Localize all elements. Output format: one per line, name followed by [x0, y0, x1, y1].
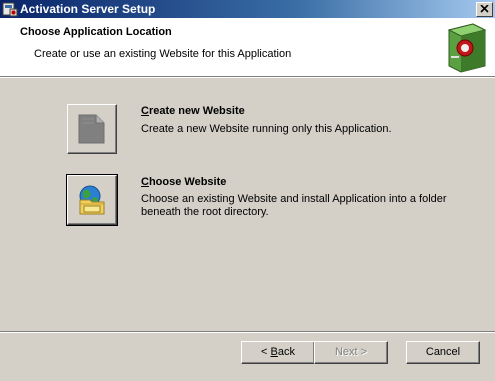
create-new-website-description: Create a new Website running only this A…	[141, 123, 392, 135]
next-button[interactable]: Next >	[314, 341, 388, 364]
back-button[interactable]: < Back	[241, 341, 315, 364]
page-title: Choose Application Location	[20, 26, 172, 38]
choose-website-title: Choose Website	[141, 176, 227, 188]
page-subtitle: Create or use an existing Website for th…	[34, 48, 292, 60]
setup-window: Activation Server Setup Choose Applicati…	[0, 0, 495, 381]
close-button[interactable]	[476, 2, 493, 17]
wizard-header: Choose Application Location Create or us…	[0, 18, 495, 78]
window-title: Activation Server Setup	[20, 2, 156, 16]
close-icon	[480, 5, 489, 13]
footer-separator	[0, 331, 495, 333]
create-new-website-button[interactable]	[67, 104, 117, 154]
title-bar[interactable]: Activation Server Setup	[0, 0, 495, 18]
cancel-button[interactable]: Cancel	[406, 341, 480, 364]
create-new-website-title: Create new Website	[141, 105, 245, 117]
blank-page-icon	[78, 114, 105, 144]
choose-website-description: Choose an existing Website and install A…	[141, 193, 447, 218]
globe-folder-icon	[79, 185, 105, 215]
product-box-icon	[447, 23, 487, 73]
choose-website-button[interactable]	[66, 174, 118, 226]
installer-icon	[2, 2, 18, 17]
